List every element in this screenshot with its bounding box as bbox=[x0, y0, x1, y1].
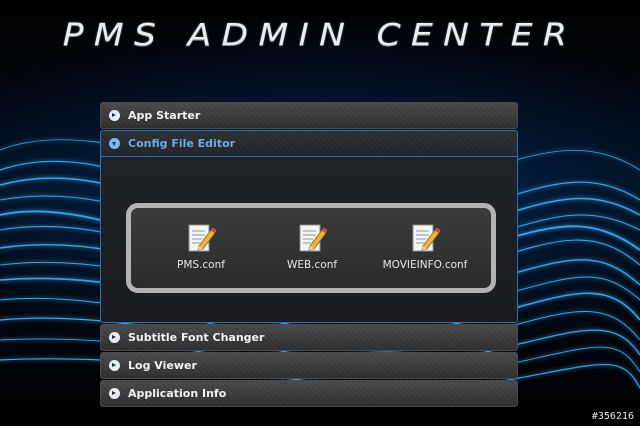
panel-header-label: Log Viewer bbox=[128, 359, 197, 372]
edit-file-icon bbox=[412, 224, 441, 252]
panel-header-app-starter[interactable]: App Starter bbox=[100, 102, 518, 129]
config-file-pms[interactable]: PMS.conf bbox=[151, 222, 251, 271]
panel-header-label: Subtitle Font Changer bbox=[128, 331, 265, 344]
config-file-editor-content: PMS.conf WEB.conf MOVIEINFO.conf bbox=[100, 157, 518, 323]
page-title: PMS ADMIN CENTER bbox=[62, 18, 578, 53]
file-name: MOVIEINFO.conf bbox=[382, 259, 468, 271]
file-name: PMS.conf bbox=[177, 259, 225, 271]
arrow-right-circle-icon bbox=[109, 332, 120, 343]
config-file-web[interactable]: WEB.conf bbox=[262, 222, 362, 271]
panel-header-application-info[interactable]: Application Info bbox=[100, 380, 518, 407]
panel-header-log-viewer[interactable]: Log Viewer bbox=[100, 352, 518, 379]
panel-header-subtitle-font-changer[interactable]: Subtitle Font Changer bbox=[100, 324, 518, 351]
config-file-list: PMS.conf WEB.conf MOVIEINFO.conf bbox=[126, 203, 496, 293]
edit-file-icon bbox=[299, 224, 328, 252]
file-name: WEB.conf bbox=[286, 259, 338, 271]
image-id-watermark: #356216 bbox=[591, 411, 634, 422]
panel-header-label: Application Info bbox=[128, 387, 227, 400]
edit-file-icon bbox=[188, 224, 217, 252]
arrow-right-circle-icon bbox=[109, 110, 120, 121]
panel-header-label: Config File Editor bbox=[128, 137, 236, 150]
panel-header-config-file-editor[interactable]: Config File Editor bbox=[100, 130, 518, 157]
config-file-movieinfo[interactable]: MOVIEINFO.conf bbox=[375, 222, 475, 271]
arrow-right-circle-icon bbox=[109, 360, 120, 371]
accordion-panel: App Starter Config File Editor PMS.conf bbox=[100, 102, 518, 408]
arrow-right-circle-icon bbox=[109, 388, 120, 399]
arrow-down-circle-icon bbox=[109, 138, 120, 149]
panel-header-label: App Starter bbox=[128, 109, 201, 122]
